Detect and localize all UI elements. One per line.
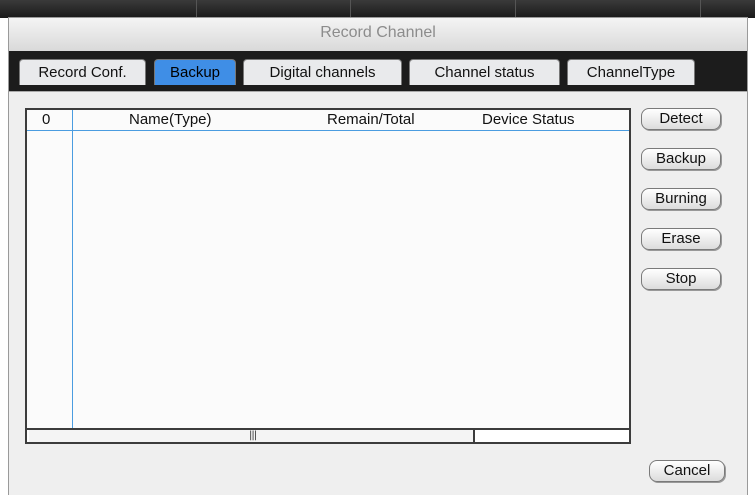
horizontal-scrollbar[interactable]: ||| [27, 428, 629, 442]
top-bar-divider [350, 0, 351, 18]
column-header-name-type: Name(Type) [129, 111, 212, 128]
record-channel-dialog: Record Channel Record Conf. Backup Digit… [8, 17, 748, 495]
scrollbar-grip-icon: ||| [249, 430, 257, 441]
detect-button[interactable]: Detect [641, 108, 721, 130]
dialog-title: Record Channel [320, 24, 436, 41]
top-bar-divider [196, 0, 197, 18]
top-bar-divider [700, 0, 701, 18]
top-status-bar [0, 0, 755, 18]
column-header-device-status: Device Status [482, 111, 575, 128]
stop-button[interactable]: Stop [641, 268, 721, 290]
column-divider [72, 110, 73, 442]
backup-panel: 0 Name(Type) Remain/Total Device Status … [9, 91, 747, 495]
backup-button[interactable]: Backup [641, 148, 721, 170]
burning-button[interactable]: Burning [641, 188, 721, 210]
tab-channel-status[interactable]: Channel status [409, 59, 560, 85]
erase-button[interactable]: Erase [641, 228, 721, 250]
tab-channel-type[interactable]: ChannelType [567, 59, 695, 85]
tab-backup[interactable]: Backup [154, 59, 236, 85]
column-header-index: 0 [42, 111, 51, 128]
column-header-remain-total: Remain/Total [327, 111, 415, 128]
header-divider [27, 130, 629, 131]
tab-digital-channels[interactable]: Digital channels [243, 59, 402, 85]
dialog-titlebar[interactable]: Record Channel [9, 18, 747, 52]
top-bar-divider [515, 0, 516, 18]
scrollbar-thumb[interactable]: ||| [29, 430, 475, 442]
cancel-button[interactable]: Cancel [649, 460, 725, 482]
list-header: 0 Name(Type) Remain/Total Device Status [27, 110, 629, 130]
tab-record-conf[interactable]: Record Conf. [19, 59, 146, 85]
tab-strip: Record Conf. Backup Digital channels Cha… [9, 51, 747, 91]
backup-device-list[interactable]: 0 Name(Type) Remain/Total Device Status … [25, 108, 631, 444]
